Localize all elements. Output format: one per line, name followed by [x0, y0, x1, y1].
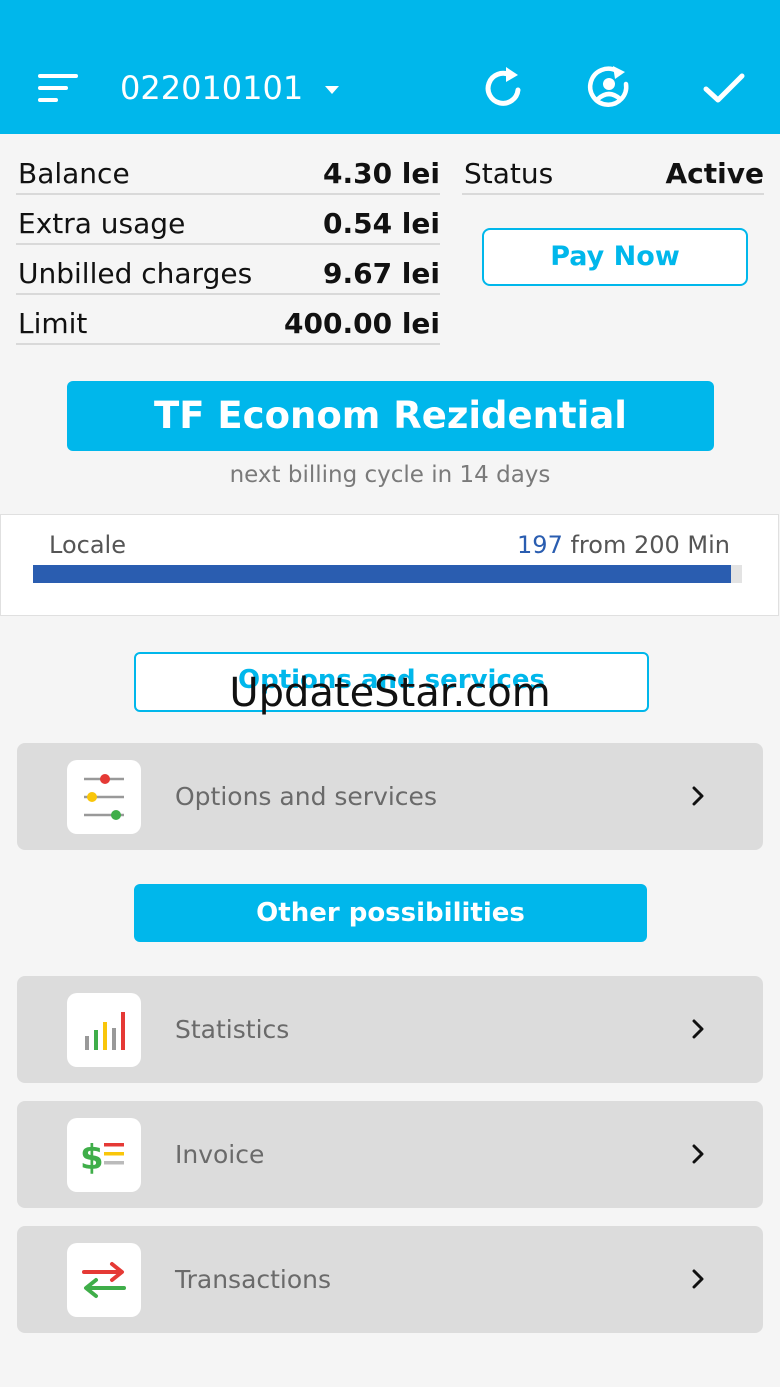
balance-label: Balance — [18, 157, 130, 190]
limit-row: Limit 400.00 lei — [16, 295, 440, 345]
extra-usage-label: Extra usage — [18, 207, 186, 240]
chevron-right-icon — [692, 786, 704, 806]
invoice-tile: $ — [67, 1118, 141, 1192]
refresh-icon[interactable] — [480, 64, 528, 112]
transactions-tile — [67, 1243, 141, 1317]
usage-progress-fill — [33, 565, 732, 583]
usage-total: from 200 Min — [570, 531, 730, 559]
status-label: Status — [464, 157, 554, 190]
account-switch-icon[interactable] — [585, 64, 633, 112]
bar-chart-icon — [85, 1012, 125, 1050]
statistics-tile — [67, 993, 141, 1067]
menu-icon[interactable] — [38, 72, 80, 104]
extra-usage-value: 0.54 lei — [322, 207, 440, 240]
pay-now-button[interactable]: Pay Now — [482, 228, 748, 286]
chevron-right-icon — [692, 1144, 704, 1164]
balance-value: 4.30 lei — [322, 157, 440, 190]
account-selector[interactable]: 022010101 — [120, 66, 340, 110]
plan-name: TF Econom Rezidential — [67, 381, 714, 451]
account-number: 022010101 — [120, 69, 304, 107]
chevron-right-icon — [692, 1269, 704, 1289]
checkmark-icon[interactable] — [700, 64, 748, 112]
limit-label: Limit — [18, 307, 88, 340]
options-and-services-item[interactable]: Options and services — [17, 743, 763, 850]
invoice-item[interactable]: $ Invoice — [17, 1101, 763, 1208]
usage-name: Locale — [49, 531, 126, 559]
invoice-icon: $ — [80, 1138, 124, 1178]
transfer-arrows-icon — [82, 1262, 126, 1298]
statistics-item[interactable]: Statistics — [17, 976, 763, 1083]
statistics-label: Statistics — [175, 1015, 290, 1044]
usage-progress-bar — [33, 565, 742, 583]
unbilled-charges-value: 9.67 lei — [322, 257, 440, 290]
billing-cycle-note: next billing cycle in 14 days — [229, 462, 551, 488]
usage-used: 197 — [517, 531, 563, 559]
options-tile — [67, 760, 141, 834]
transactions-item[interactable]: Transactions — [17, 1226, 763, 1333]
transactions-label: Transactions — [175, 1265, 332, 1294]
svg-text:$: $ — [80, 1138, 104, 1178]
options-section-header: Options and services — [134, 652, 649, 712]
chevron-right-icon — [692, 1019, 704, 1039]
other-possibilities-header: Other possibilities — [134, 884, 647, 942]
app-bar: 022010101 — [0, 0, 780, 134]
status-row: Status Active — [462, 145, 764, 195]
chevron-down-icon — [325, 85, 340, 94]
sliders-icon — [84, 774, 124, 820]
invoice-label: Invoice — [175, 1140, 265, 1169]
unbilled-charges-row: Unbilled charges 9.67 lei — [16, 245, 440, 295]
unbilled-charges-label: Unbilled charges — [18, 257, 253, 290]
options-label: Options and services — [175, 782, 437, 811]
usage-card: Locale 197 from 200 Min — [0, 514, 779, 616]
usage-count: 197 from 200 Min — [517, 531, 730, 559]
status-value: Active — [665, 157, 765, 190]
limit-value: 400.00 lei — [284, 307, 440, 340]
extra-usage-row: Extra usage 0.54 lei — [16, 195, 440, 245]
balance-row: Balance 4.30 lei — [16, 145, 440, 195]
